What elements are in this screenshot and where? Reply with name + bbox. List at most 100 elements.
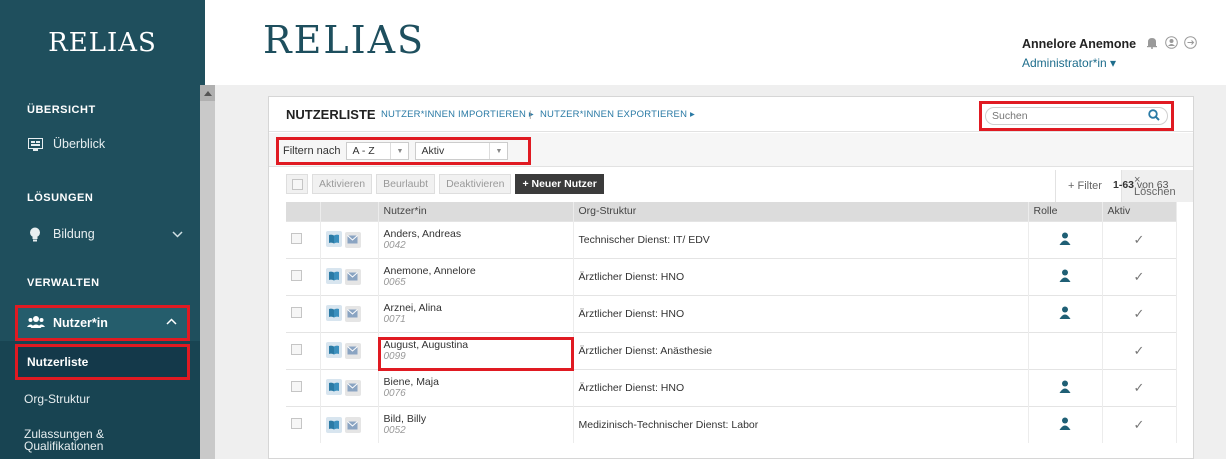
row-actions-cell — [320, 331, 379, 369]
mail-icon[interactable] — [344, 342, 361, 359]
action-toolbar: Aktivieren Beurlaubt Deaktivieren + Neue… — [286, 174, 604, 194]
chevron-down-icon[interactable] — [172, 229, 183, 241]
export-users-link[interactable]: NUTZER*INNEN EXPORTIEREN ▸ — [540, 109, 695, 120]
chevron-down-icon: ▼ — [390, 143, 408, 159]
row-checkbox[interactable] — [291, 380, 302, 392]
book-icon[interactable] — [325, 379, 342, 396]
row-checkbox[interactable] — [291, 417, 302, 429]
row-checkbox[interactable] — [291, 269, 302, 281]
chevron-up-icon[interactable] — [166, 316, 177, 328]
sidebar-item-users[interactable]: Nutzer*in — [15, 305, 190, 341]
section-overview: ÜBERSICHT — [27, 104, 96, 116]
filter-row: Filtern nach A - Z ▼ Aktiv ▼ + Filter × … — [269, 133, 1193, 202]
user-role-dropdown[interactable]: Administrator*in ▾ — [1022, 56, 1116, 70]
table-row[interactable]: Arznei, Alina 0071 Ärztlicher Dienst: HNO ✓ — [286, 294, 1177, 332]
table-row[interactable]: Bild, Billy 0052 Medizinisch-Technischer D… — [286, 405, 1177, 443]
sidebar-item-overview[interactable]: Überblick — [27, 137, 105, 151]
mail-icon[interactable] — [344, 379, 361, 396]
row-actions-cell — [320, 405, 379, 443]
sidebar-subitem-userlist[interactable]: Nutzerliste — [15, 344, 190, 380]
active-cell: ✓ — [1102, 405, 1177, 443]
sidebar-item-label: Nutzer*in — [53, 316, 108, 330]
user-name-text[interactable]: Bild, Billy — [384, 413, 573, 425]
row-select-cell — [286, 368, 321, 406]
person-icon[interactable] — [1059, 380, 1071, 396]
scroll-up-arrow[interactable] — [200, 85, 215, 101]
sidebar-logo: RELIAS — [48, 27, 157, 58]
table-row[interactable]: Anders, Andreas 0042 Technischer Dienst: I… — [286, 220, 1177, 258]
book-icon[interactable] — [325, 268, 342, 285]
add-filter-button[interactable]: + Filter — [1055, 170, 1114, 202]
book-icon[interactable] — [325, 342, 342, 359]
bell-icon[interactable] — [1145, 35, 1159, 49]
checkmark-icon: ✓ — [1133, 416, 1145, 432]
lightbulb-icon — [27, 227, 43, 241]
person-icon[interactable] — [1059, 417, 1071, 433]
user-name-text[interactable]: Anders, Andreas — [384, 228, 573, 240]
person-icon[interactable] — [1059, 232, 1071, 248]
mail-icon[interactable] — [344, 231, 361, 248]
topbar: RELIAS Annelore Anemone Administrator*in… — [205, 0, 1226, 85]
user-cell[interactable]: Anders, Andreas 0042 — [378, 220, 574, 258]
user-cell[interactable]: Arznei, Alina 0071 — [378, 294, 574, 332]
alpha-filter-select[interactable]: A - Z ▼ — [346, 142, 410, 160]
header-user[interactable]: Nutzer*in — [378, 202, 574, 221]
mail-icon[interactable] — [344, 268, 361, 285]
row-checkbox[interactable] — [291, 232, 302, 244]
table-row[interactable]: August, Augustina 0099 Ärztlicher Dienst: … — [286, 331, 1177, 369]
page-title: NUTZERLISTE — [286, 107, 376, 122]
status-filter-select[interactable]: Aktiv ▼ — [415, 142, 509, 160]
book-icon[interactable] — [325, 305, 342, 322]
table-header-row: Nutzer*in Org-Struktur Rolle Aktiv — [286, 202, 1177, 221]
mail-icon[interactable] — [344, 417, 361, 433]
deactivate-button[interactable]: Deaktivieren — [439, 174, 512, 194]
role-cell — [1028, 368, 1103, 406]
sidebar-item-label: Bildung — [53, 227, 95, 241]
role-cell — [1028, 257, 1103, 295]
mail-icon[interactable] — [344, 305, 361, 322]
sidebar-item-label: Überblick — [53, 137, 106, 151]
book-icon[interactable] — [325, 231, 342, 248]
table-row[interactable]: Anemone, Annelore 0065 Ärztlicher Dienst: … — [286, 257, 1177, 295]
book-icon[interactable] — [325, 416, 342, 433]
table-row[interactable]: Biene, Maja 0076 Ärztlicher Dienst: HNO ✓ — [286, 368, 1177, 406]
section-manage: VERWALTEN — [27, 277, 100, 289]
user-name-text[interactable]: Anemone, Annelore — [384, 265, 573, 277]
activate-button[interactable]: Aktivieren — [312, 174, 373, 194]
user-id-text: 0042 — [383, 239, 406, 251]
user-name-text[interactable]: Biene, Maja — [384, 376, 573, 388]
person-icon[interactable] — [1059, 269, 1071, 285]
new-user-button[interactable]: + Neuer Nutzer — [515, 174, 604, 194]
top-icons — [1145, 35, 1197, 49]
sidebar-subitem-org-structure[interactable]: Org-Struktur — [15, 392, 190, 406]
logout-icon[interactable] — [1183, 35, 1197, 49]
user-name-text[interactable]: August, Augustina — [384, 339, 573, 351]
header-role[interactable]: Rolle — [1028, 202, 1103, 221]
sidebar-subitem-certifications[interactable]: Zulassungen & Qualifikationen — [15, 428, 190, 452]
row-actions-cell — [320, 368, 379, 406]
search-input[interactable] — [985, 107, 1168, 125]
user-name-text[interactable]: Arznei, Alina — [384, 302, 573, 314]
user-cell[interactable]: Bild, Billy 0052 — [378, 405, 574, 443]
row-checkbox[interactable] — [291, 306, 302, 318]
header-active[interactable]: Aktiv — [1102, 202, 1177, 221]
role-cell — [1028, 294, 1103, 332]
import-users-link[interactable]: NUTZER*INNEN IMPORTIEREN ▸ — [381, 109, 534, 120]
profile-icon[interactable] — [1164, 35, 1178, 49]
header-org[interactable]: Org-Struktur — [573, 202, 1029, 221]
panel-header: NUTZERLISTE NUTZER*INNEN IMPORTIEREN ▸ |… — [269, 97, 1193, 132]
row-select-cell — [286, 294, 321, 332]
select-all-checkbox[interactable] — [291, 178, 303, 190]
dashboard-icon — [27, 137, 43, 151]
row-actions-cell — [320, 257, 379, 295]
row-checkbox[interactable] — [291, 343, 302, 355]
sidebar-scrollbar[interactable] — [200, 85, 215, 459]
chevron-down-icon: ▼ — [489, 143, 507, 159]
search-icon[interactable] — [1148, 109, 1160, 121]
checkmark-icon: ✓ — [1133, 342, 1145, 358]
leave-button[interactable]: Beurlaubt — [376, 174, 436, 194]
user-cell[interactable]: Anemone, Annelore 0065 — [378, 257, 574, 295]
user-cell[interactable]: Biene, Maja 0076 — [378, 368, 574, 406]
person-icon[interactable] — [1059, 306, 1071, 322]
user-cell[interactable]: August, Augustina 0099 — [378, 331, 574, 369]
